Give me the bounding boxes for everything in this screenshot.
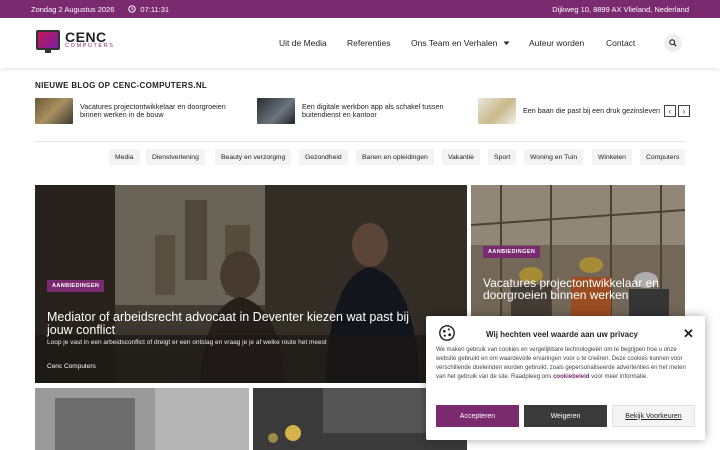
top-bar: Zondag 2 Augustus 2026 07:11:31 Dijkweg … bbox=[0, 0, 720, 18]
category-gezondheid[interactable]: Gezondheid bbox=[299, 149, 348, 165]
hero-excerpt: Loop je vast in een arbeidsconflict of d… bbox=[47, 339, 327, 346]
category-computers[interactable]: Computers bbox=[640, 149, 686, 165]
nav-item-referenties[interactable]: Referenties bbox=[347, 38, 390, 48]
refuse-button[interactable]: Weigeren bbox=[524, 405, 607, 427]
logo-name: CENC bbox=[65, 29, 107, 46]
search-icon bbox=[669, 39, 677, 47]
site-logo[interactable]: CENC COMPUTERS bbox=[36, 29, 115, 53]
blog-item[interactable]: Een baan die past bij een druk gezinslev… bbox=[478, 98, 673, 124]
category-media[interactable]: Media bbox=[109, 149, 140, 165]
article-image bbox=[35, 388, 249, 450]
hero-article[interactable]: AANBIEDINGEN Mediator of arbeidsrecht ad… bbox=[35, 185, 467, 383]
cookie-body-tail: voor meer informatie. bbox=[591, 374, 648, 380]
side-badge[interactable]: AANBIEDINGEN bbox=[483, 246, 541, 258]
search-button[interactable] bbox=[664, 34, 682, 52]
preferences-button[interactable]: Bekijk Voorkeuren bbox=[612, 405, 695, 427]
site-header: CENC COMPUTERS Uit de Media Referenties … bbox=[0, 18, 720, 68]
category-beauty[interactable]: Beauty en verzorging bbox=[215, 149, 292, 165]
side-title[interactable]: Vacatures projectontwikkelaar en doorgro… bbox=[483, 277, 663, 301]
blog-heading: NIEUWE BLOG OP CENC-COMPUTERS.NL bbox=[35, 81, 208, 90]
ticker-next-button[interactable]: › bbox=[678, 105, 690, 117]
category-vakantie[interactable]: Vakantie bbox=[442, 149, 480, 165]
monitor-logo-icon bbox=[36, 30, 60, 53]
cookie-icon bbox=[439, 325, 455, 341]
nav-item-team-label: Ons Team en Verhalen bbox=[411, 38, 498, 48]
accept-button[interactable]: Accepteren bbox=[436, 405, 519, 427]
category-woning[interactable]: Woning en Tuin bbox=[524, 149, 584, 165]
time-text: 07:11:31 bbox=[140, 4, 170, 14]
nav-item-auteur[interactable]: Auteur worden bbox=[529, 38, 584, 48]
ticker-arrows: ‹ › bbox=[664, 105, 690, 117]
blog-item[interactable]: Een digitale werkbon app als schakel tus… bbox=[257, 98, 462, 124]
nav-item-team[interactable]: Ons Team en Verhalen bbox=[411, 38, 510, 48]
cookie-policy-link[interactable]: cookiebeleid bbox=[553, 374, 589, 380]
category-banen[interactable]: Banen en opleidingen bbox=[356, 149, 434, 165]
clock-icon bbox=[128, 5, 137, 13]
cookie-body: We maken gebruik van cookies en vergelij… bbox=[436, 346, 686, 382]
divider bbox=[35, 141, 685, 142]
ticker-prev-button[interactable]: ‹ bbox=[664, 105, 676, 117]
hero-title[interactable]: Mediator of arbeidsrecht advocaat in Dev… bbox=[47, 311, 427, 336]
blog-item-title: Een baan die past bij een druk gezinslev… bbox=[523, 106, 661, 115]
cookie-consent-dialog: Wij hechten veel waarde aan uw privacy ✕… bbox=[426, 316, 705, 440]
blog-thumbnail bbox=[35, 98, 73, 124]
time-display: 07:11:31 bbox=[128, 5, 169, 14]
blog-item-title: Een digitale werkbon app als schakel tus… bbox=[302, 102, 444, 119]
address: Dijkweg 10, 8899 AX Vlieland, Nederland bbox=[552, 5, 689, 14]
chevron-down-icon bbox=[503, 41, 510, 45]
hero-badge[interactable]: AANBIEDINGEN bbox=[47, 280, 105, 292]
nav-item-media[interactable]: Uit de Media bbox=[279, 38, 327, 48]
category-winkelen[interactable]: Winkelen bbox=[592, 149, 632, 165]
address-text: Dijkweg 10, 8899 AX Vlieland, Nederland bbox=[552, 4, 689, 14]
blog-thumbnail bbox=[257, 98, 295, 124]
category-sport[interactable]: Sport bbox=[488, 149, 517, 165]
blog-ticker: Vacatures projectontwikkelaar en doorgro… bbox=[0, 98, 720, 126]
category-bar: Media Dienstverlening Beauty en verzorgi… bbox=[0, 149, 720, 165]
blog-item[interactable]: Vacatures projectontwikkelaar en doorgro… bbox=[35, 98, 240, 124]
date-display: Zondag 2 Augustus 2026 bbox=[31, 5, 114, 14]
blog-item-title: Vacatures projectontwikkelaar en doorgro… bbox=[80, 102, 226, 119]
blog-thumbnail bbox=[478, 98, 516, 124]
close-icon[interactable]: ✕ bbox=[683, 327, 694, 340]
cookie-title: Wij hechten veel waarde aan uw privacy bbox=[486, 330, 638, 339]
logo-sub: COMPUTERS bbox=[65, 43, 115, 50]
hero-author[interactable]: Cenc Computers bbox=[47, 363, 96, 370]
nav-item-contact[interactable]: Contact bbox=[606, 38, 635, 48]
date-text: Zondag 2 Augustus 2026 bbox=[31, 4, 115, 14]
article-card[interactable] bbox=[35, 388, 249, 450]
category-dienstverlening[interactable]: Dienstverlening bbox=[146, 149, 205, 165]
